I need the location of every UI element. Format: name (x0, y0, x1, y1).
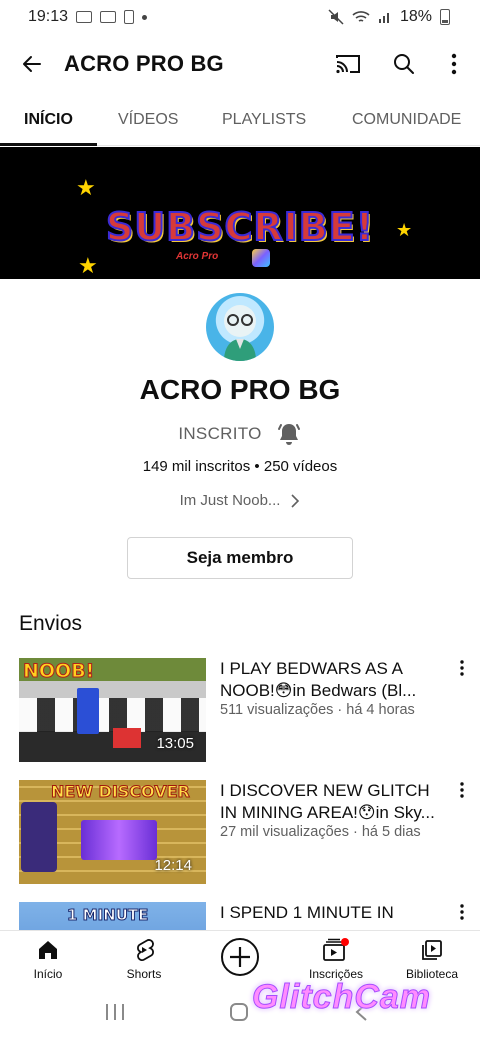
section-title: Envios (19, 612, 83, 635)
tab-comunidade[interactable]: COMUNIDADE (352, 94, 461, 146)
watermark: GlitchCam (251, 978, 432, 1017)
channel-header-title: ACRO PRO BG (64, 51, 224, 76)
thumb-glitch-blocks (81, 820, 157, 860)
shorts-icon (137, 939, 154, 961)
status-bar: 19:13 18% (0, 0, 480, 34)
cast-icon (336, 55, 360, 74)
video-menu-button[interactable] (452, 660, 472, 684)
video-item[interactable]: 1 MINUTE I SPEND 1 MINUTE IN (0, 902, 480, 930)
video-item[interactable]: NOOB! 13:05 I PLAY BEDWARS AS A NOOB!😳in… (0, 658, 480, 764)
banner-subtext: Acro Pro (176, 251, 219, 262)
banner-headline: SUBSCRIBE! (105, 204, 375, 250)
sim-icon (76, 11, 93, 23)
notification-dot-icon (142, 14, 148, 20)
video-menu-button[interactable] (452, 782, 472, 806)
video-title[interactable]: I SPEND 1 MINUTE IN (220, 902, 446, 924)
more-vert-icon (460, 660, 464, 676)
channel-tabs: INÍCIO VÍDEOS PLAYLISTS COMUNIDADE (0, 94, 480, 146)
channel-link[interactable]: Im Just Noob... (0, 492, 480, 509)
status-time: 19:13 (28, 8, 69, 25)
video-title[interactable]: I DISCOVER NEW GLITCH IN MINING AREA!😯in… (220, 780, 446, 824)
wifi-icon (352, 11, 370, 22)
tab-playlists[interactable]: PLAYLISTS (222, 94, 306, 146)
tab-inicio[interactable]: INÍCIO (0, 94, 97, 146)
video-meta: 27 mil visualizações · há 5 dias (220, 824, 421, 840)
thumb-character (21, 802, 57, 872)
thumb-caption: 1 MINUTE (66, 906, 149, 925)
channel-stats: 149 mil inscritos • 250 vídeos (142, 458, 338, 475)
thumb-caption: NEW DISCOVER (51, 782, 191, 802)
video-duration: 12:14 (154, 857, 192, 874)
battery-percent: 18% (399, 8, 432, 25)
video-duration: 13:05 (156, 735, 194, 752)
star-icon: ★ (78, 253, 98, 278)
more-options-button[interactable] (432, 34, 476, 94)
cast-button[interactable] (320, 34, 376, 94)
arrow-left-icon (23, 56, 41, 72)
thumb-bed (113, 728, 141, 748)
video-item[interactable]: NEW DISCOVER 12:14 I DISCOVER NEW GLITCH… (0, 780, 480, 886)
channel-name: ACRO PRO BG (139, 374, 341, 405)
banner-logo (252, 249, 270, 267)
app-bar: ACRO PRO BG (0, 34, 480, 94)
avatar-character-icon (224, 305, 256, 361)
video-title[interactable]: I PLAY BEDWARS AS A NOOB!😳in Bedwars (Bl… (220, 658, 446, 702)
more-vert-icon (451, 53, 457, 75)
subscription-row: INSCRITO (0, 418, 480, 450)
battery-icon (440, 9, 450, 25)
chevron-right-icon (291, 493, 300, 508)
create-icon (221, 938, 259, 976)
search-icon (394, 54, 414, 74)
video-meta: 511 visualizações · há 4 horas (220, 702, 415, 718)
signal-icon (378, 13, 389, 23)
more-vert-icon (460, 782, 464, 798)
nav-shorts[interactable]: Shorts (104, 931, 184, 991)
star-icon: ★ (76, 175, 96, 200)
home-system-icon[interactable] (229, 1002, 249, 1022)
home-icon (39, 941, 57, 959)
gallery-icon (100, 11, 117, 23)
join-member-button[interactable]: Seja membro (127, 537, 353, 579)
subscribed-button[interactable]: INSCRITO (178, 424, 261, 444)
more-vert-icon (460, 904, 464, 920)
thumb-caption: NOOB! (22, 660, 95, 683)
video-thumbnail[interactable]: NOOB! 13:05 (19, 658, 206, 762)
tab-videos[interactable]: VÍDEOS (118, 94, 178, 146)
video-menu-button[interactable] (452, 904, 472, 928)
storage-icon (124, 10, 135, 24)
channel-banner: ★ ★ ★ SUBSCRIBE! Acro Pro (0, 147, 480, 279)
back-button[interactable] (0, 34, 64, 94)
bell-icon[interactable] (276, 421, 302, 447)
video-thumbnail[interactable]: NEW DISCOVER 12:14 (19, 780, 206, 884)
nav-label: Início (33, 967, 63, 981)
channel-avatar[interactable] (206, 293, 274, 361)
recents-icon[interactable] (104, 1002, 126, 1022)
library-icon (422, 940, 442, 960)
subscriptions-icon (323, 938, 349, 961)
mute-icon (328, 9, 344, 25)
thumb-character (77, 688, 99, 734)
thumb-floor (19, 698, 206, 732)
nav-label: Shorts (126, 967, 162, 981)
search-button[interactable] (376, 34, 432, 94)
video-thumbnail[interactable]: 1 MINUTE (19, 902, 206, 930)
nav-home[interactable]: Início (8, 931, 88, 991)
channel-link-text: Im Just Noob... (179, 492, 281, 509)
